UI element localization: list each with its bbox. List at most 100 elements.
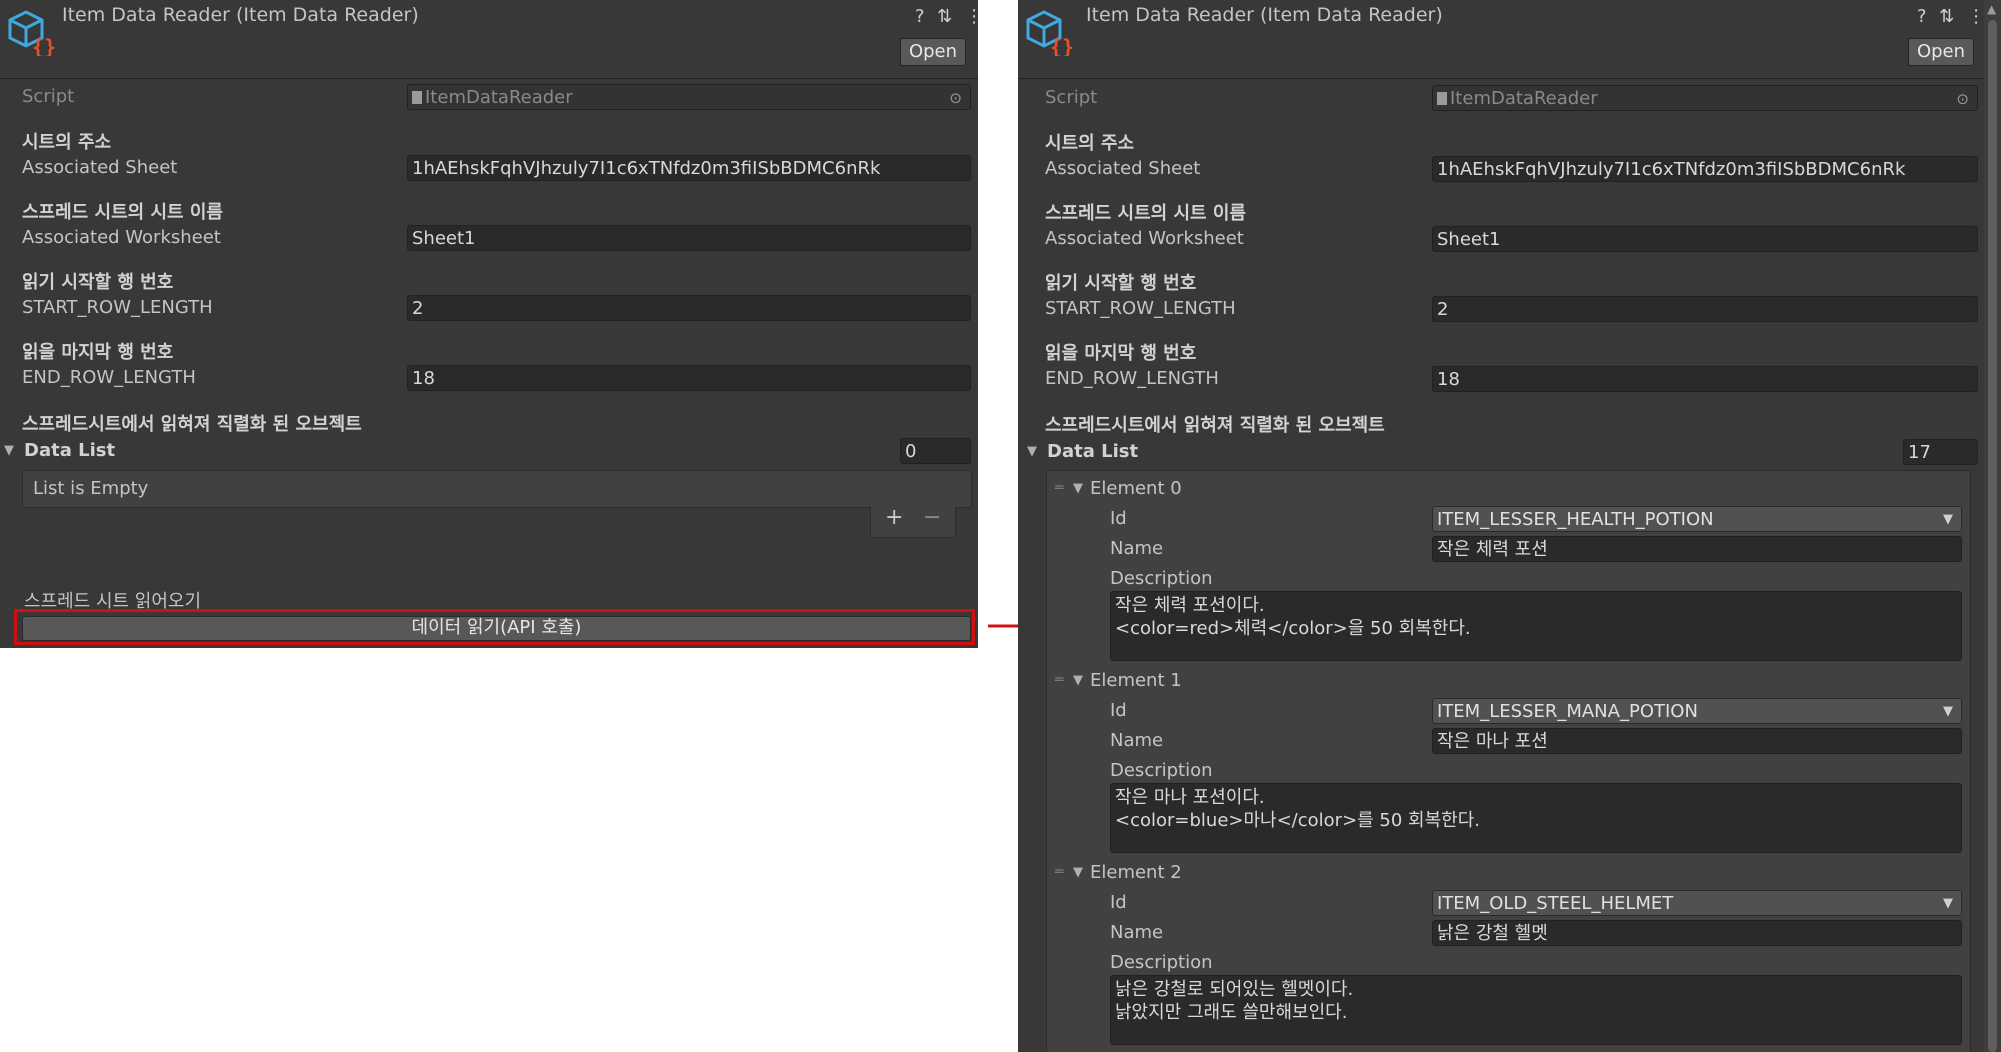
name-label: Name	[1110, 922, 1164, 943]
list-size-field[interactable]: 0	[900, 438, 971, 464]
end-row-label: END_ROW_LENGTH	[1045, 368, 1219, 389]
preset-icon[interactable]: ⇅	[937, 6, 952, 27]
description-field[interactable]: 낡은 강철로 되어있는 헬멧이다. 낡았지만 그래도 쓸만해보인다.	[1110, 975, 1962, 1045]
sheet-field[interactable]: 1hAEhskFqhVJhzuly7I1c6xTNfdz0m3fiISbBDMC…	[407, 155, 971, 181]
object-picker-icon[interactable]: ⊙	[1956, 86, 1969, 110]
dropdown-caret-icon: ▼	[1943, 704, 1953, 719]
foldout-expanded-icon[interactable]: ▼	[1027, 444, 1037, 459]
drag-handle-icon[interactable]: ═	[1055, 864, 1063, 880]
dropdown-caret-icon: ▼	[1943, 896, 1953, 911]
sheet-label: Associated Sheet	[1045, 158, 1201, 179]
description-label: Description	[1110, 952, 1213, 973]
script-asset-icon: {}	[8, 10, 56, 56]
list-add-remove: + −	[870, 505, 956, 538]
foldout-expanded-icon[interactable]: ▼	[1073, 865, 1083, 880]
start-row-field[interactable]: 2	[1432, 296, 1978, 322]
start-row-header: 읽기 시작할 행 번호	[22, 272, 174, 293]
worksheet-label: Associated Worksheet	[1045, 228, 1244, 249]
script-asset-icon: {}	[1026, 10, 1074, 56]
sheet-header: 시트의 주소	[1045, 133, 1135, 154]
inspector-header: {} Item Data Reader (Item Data Reader) ?…	[0, 0, 978, 79]
data-list-label[interactable]: Data List	[1047, 441, 1138, 462]
end-row-label: END_ROW_LENGTH	[22, 367, 196, 388]
id-dropdown[interactable]: ITEM_LESSER_HEALTH_POTION ▼	[1432, 506, 1962, 532]
drag-handle-icon[interactable]: ═	[1055, 672, 1063, 688]
id-dropdown[interactable]: ITEM_LESSER_MANA_POTION ▼	[1432, 698, 1962, 724]
inspector-title: Item Data Reader (Item Data Reader)	[62, 4, 419, 26]
id-dropdown[interactable]: ITEM_OLD_STEEL_HELMET ▼	[1432, 890, 1962, 916]
description-field[interactable]: 작은 마나 포션이다. <color=blue>마나</color>를 50 회…	[1110, 783, 1962, 853]
id-label: Id	[1110, 892, 1127, 913]
open-button[interactable]: Open	[1908, 38, 1974, 66]
header-tools: ? ⇅ ⋮	[1910, 6, 1985, 27]
remove-element-button[interactable]: −	[923, 505, 941, 530]
start-row-header: 읽기 시작할 행 번호	[1045, 273, 1197, 294]
script-label: Script	[1045, 87, 1098, 108]
sheet-header: 시트의 주소	[22, 132, 112, 153]
list-header: 스프레드시트에서 읽혀져 직렬화 된 오브젝트	[22, 414, 362, 435]
description-label: Description	[1110, 760, 1213, 781]
sheet-field[interactable]: 1hAEhskFqhVJhzuly7I1c6xTNfdz0m3fiISbBDMC…	[1432, 156, 1978, 182]
inspector-title: Item Data Reader (Item Data Reader)	[1086, 4, 1443, 26]
worksheet-field[interactable]: Sheet1	[1432, 226, 1978, 252]
element-label[interactable]: Element 1	[1090, 670, 1182, 691]
add-element-button[interactable]: +	[885, 505, 903, 530]
id-label: Id	[1110, 700, 1127, 721]
start-row-label: START_ROW_LENGTH	[1045, 298, 1236, 319]
cs-file-icon	[412, 91, 422, 104]
inspector-header: {} Item Data Reader (Item Data Reader) ?…	[1018, 0, 2001, 79]
name-label: Name	[1110, 538, 1164, 559]
name-label: Name	[1110, 730, 1164, 751]
end-row-field[interactable]: 18	[1432, 366, 1978, 392]
script-value: ItemDataReader	[1450, 88, 1598, 109]
worksheet-header: 스프레드 시트의 시트 이름	[22, 202, 223, 223]
data-list-label[interactable]: Data List	[24, 440, 115, 461]
foldout-expanded-icon[interactable]: ▼	[4, 443, 14, 458]
name-field[interactable]: 낡은 강철 헬멧	[1432, 920, 1962, 946]
scroll-up-icon[interactable]: ▲	[1987, 2, 1996, 16]
description-field[interactable]: 작은 체력 포션이다. <color=red>체력</color>을 50 회복…	[1110, 591, 1962, 661]
start-row-label: START_ROW_LENGTH	[22, 297, 213, 318]
foldout-expanded-icon[interactable]: ▼	[1073, 673, 1083, 688]
dropdown-caret-icon: ▼	[1943, 512, 1953, 527]
inspector-after: {} Item Data Reader (Item Data Reader) ?…	[1018, 0, 2001, 1052]
element-label[interactable]: Element 0	[1090, 478, 1182, 499]
worksheet-field[interactable]: Sheet1	[407, 225, 971, 251]
name-field[interactable]: 작은 마나 포션	[1432, 728, 1962, 754]
kebab-menu-icon[interactable]: ⋮	[965, 6, 978, 27]
start-row-field[interactable]: 2	[407, 295, 971, 321]
object-picker-icon[interactable]: ⊙	[949, 85, 962, 109]
list-size-field[interactable]: 17	[1903, 439, 1978, 465]
inspector-before: {} Item Data Reader (Item Data Reader) ?…	[0, 0, 978, 648]
help-icon[interactable]: ?	[915, 6, 925, 27]
list-empty-text: List is Empty	[33, 478, 149, 499]
id-label: Id	[1110, 508, 1127, 529]
end-row-header: 읽을 마지막 행 번호	[1045, 343, 1197, 364]
id-value: ITEM_LESSER_MANA_POTION	[1437, 701, 1698, 722]
script-label: Script	[22, 86, 75, 107]
script-field[interactable]: ItemDataReader ⊙	[407, 84, 971, 110]
preset-icon[interactable]: ⇅	[1939, 6, 1954, 27]
list-header: 스프레드시트에서 읽혀져 직렬화 된 오브젝트	[1045, 415, 1385, 436]
help-icon[interactable]: ?	[1917, 6, 1927, 27]
script-field[interactable]: ItemDataReader ⊙	[1432, 85, 1978, 111]
end-row-header: 읽을 마지막 행 번호	[22, 342, 174, 363]
svg-text:{}: {}	[1050, 35, 1074, 56]
svg-text:{}: {}	[32, 35, 56, 56]
list-body: ═ ▼ Element 0 Id ITEM_LESSER_HEALTH_POTI…	[1046, 470, 1971, 1052]
foldout-expanded-icon[interactable]: ▼	[1073, 481, 1083, 496]
scrollbar-thumb[interactable]	[1988, 20, 1997, 1052]
vertical-scrollbar[interactable]: ▲	[1984, 0, 2001, 1052]
name-field[interactable]: 작은 체력 포션	[1432, 536, 1962, 562]
kebab-menu-icon[interactable]: ⋮	[1967, 6, 1985, 27]
id-value: ITEM_LESSER_HEALTH_POTION	[1437, 509, 1714, 530]
element-label[interactable]: Element 2	[1090, 862, 1182, 883]
description-label: Description	[1110, 568, 1213, 589]
end-row-field[interactable]: 18	[407, 365, 971, 391]
open-button[interactable]: Open	[900, 38, 966, 66]
id-value: ITEM_OLD_STEEL_HELMET	[1437, 893, 1674, 914]
cs-file-icon	[1437, 92, 1447, 105]
script-value: ItemDataReader	[425, 87, 573, 108]
header-tools: ? ⇅ ⋮	[908, 6, 978, 27]
drag-handle-icon[interactable]: ═	[1055, 480, 1063, 496]
